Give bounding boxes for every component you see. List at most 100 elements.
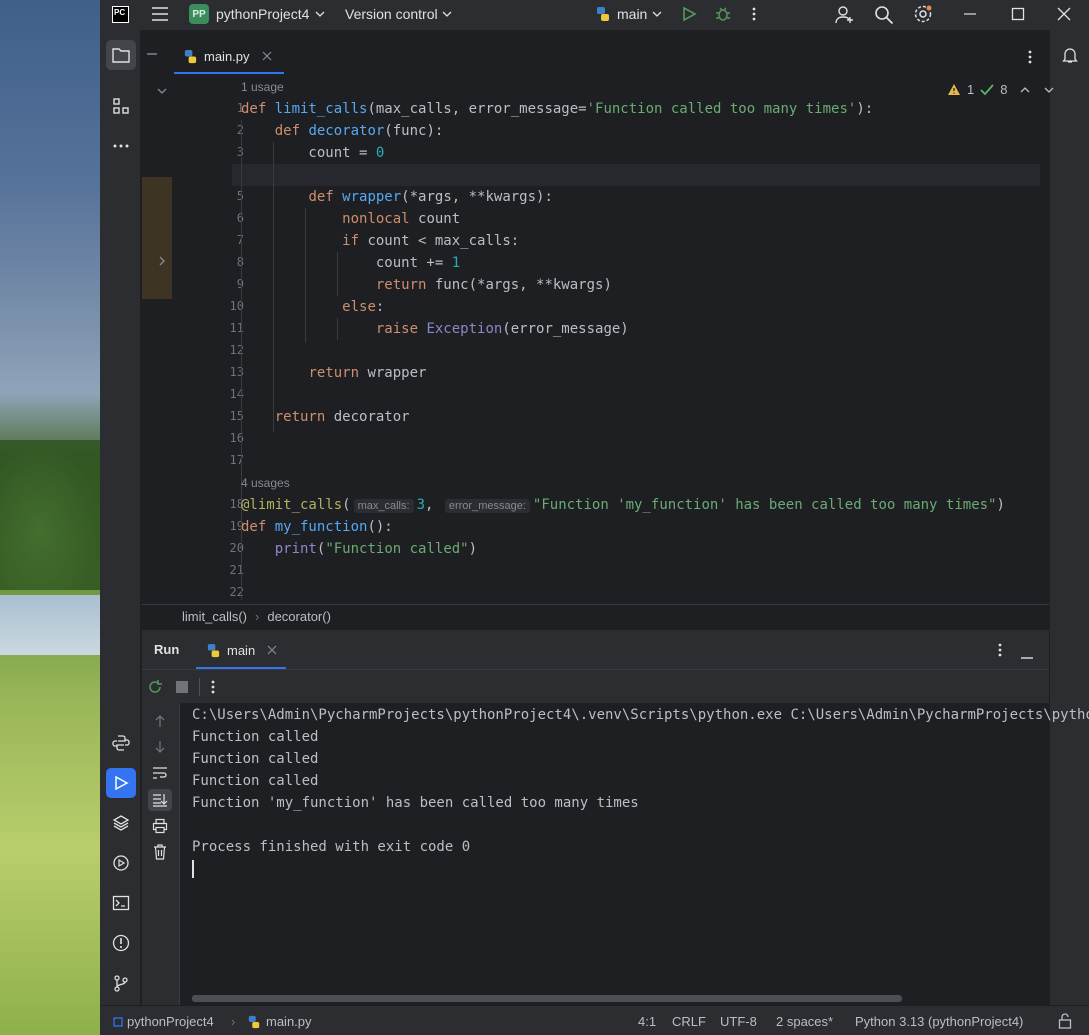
indent-setting[interactable]: 2 spaces*	[776, 1014, 833, 1029]
git-branch-icon	[114, 975, 128, 992]
chevron-down-icon	[442, 11, 452, 17]
terminal-tool-button[interactable]	[106, 888, 136, 918]
wallpaper-hill	[0, 440, 100, 590]
file-encoding[interactable]: UTF-8	[720, 1014, 757, 1029]
debug-button[interactable]	[714, 5, 732, 23]
code-editor[interactable]: 1 usage def limit_calls(max_calls, error…	[232, 75, 1040, 605]
git-tool-button[interactable]	[106, 968, 136, 998]
run-tool-button[interactable]	[106, 768, 136, 798]
run-config-selector[interactable]: main	[595, 6, 664, 22]
project-tool-button[interactable]	[106, 40, 136, 70]
arrow-down-icon[interactable]	[153, 740, 167, 757]
more-actions-icon[interactable]	[210, 679, 216, 698]
status-bar: pythonProject4 › main.py 4:1 CRLF UTF-8 …	[101, 1005, 1089, 1035]
collapse-gutter-icon[interactable]	[146, 48, 158, 63]
main-menu-icon[interactable]	[151, 6, 169, 22]
play-icon	[683, 6, 697, 22]
lock-icon[interactable]	[1058, 1013, 1072, 1032]
settings-gear-icon[interactable]	[913, 4, 933, 24]
stop-icon[interactable]	[175, 680, 189, 697]
inspection-widget[interactable]: 1 8	[947, 82, 1055, 97]
rerun-icon[interactable]	[147, 679, 163, 698]
project-widget[interactable]: PP pythonProject4	[189, 4, 327, 24]
version-control-widget[interactable]: Version control	[345, 6, 454, 22]
active-tab-indicator	[174, 72, 284, 74]
hide-panel-icon[interactable]	[1020, 648, 1034, 663]
python-console-tool-button[interactable]	[106, 728, 136, 758]
chevron-right-icon[interactable]	[156, 255, 168, 270]
notifications-tool-button[interactable]	[1055, 40, 1085, 70]
add-user-icon[interactable]	[835, 5, 855, 25]
param-hint: error_message:	[444, 499, 530, 513]
services-icon	[113, 855, 129, 871]
check-icon	[980, 84, 994, 96]
right-tool-bar	[1049, 30, 1089, 1005]
layers-icon	[112, 815, 130, 831]
run-toolbar-divider	[199, 678, 200, 696]
trash-icon[interactable]	[153, 844, 167, 863]
bug-icon	[716, 7, 730, 21]
code-line: def my_function():	[241, 519, 393, 535]
line-ending[interactable]: CRLF	[672, 1014, 706, 1029]
tab-label: main.py	[204, 48, 250, 64]
console-line: C:\Users\Admin\PycharmProjects\pythonPro…	[192, 707, 1089, 723]
console-line: Process finished with exit code 0	[192, 839, 471, 855]
pycharm-logo[interactable]: PC	[112, 6, 129, 23]
scroll-to-end-icon[interactable]	[148, 789, 172, 811]
console-line: Function called	[192, 729, 319, 745]
warning-count: 1	[967, 82, 975, 97]
run-button[interactable]	[681, 6, 697, 22]
bell-icon	[1062, 48, 1078, 63]
run-panel-options-icon[interactable]	[997, 642, 1003, 661]
caret-position[interactable]: 4:1	[638, 1014, 656, 1029]
status-project[interactable]: pythonProject4	[113, 1014, 214, 1029]
breadcrumb: limit_calls() › decorator()	[142, 604, 1049, 628]
print-icon[interactable]	[152, 818, 168, 837]
chevron-down-icon[interactable]	[156, 85, 168, 100]
code-line: count = 0	[241, 145, 385, 161]
code-line: def limit_calls(max_calls, error_message…	[241, 101, 874, 117]
minimize-icon[interactable]	[963, 7, 977, 21]
close-window-icon[interactable]	[1057, 7, 1071, 21]
code-line: count += 1	[241, 255, 461, 271]
vcs-label: Version control	[345, 6, 438, 22]
editor-gutter: 1 2 3 4 5 6 7 8 9 10 11 12 13 14 15 16 1…	[142, 75, 244, 605]
warning-icon	[948, 84, 960, 95]
usage-hint[interactable]: 4 usages	[241, 476, 290, 490]
breadcrumb-item[interactable]: decorator()	[267, 609, 331, 624]
services-tool-button[interactable]	[106, 848, 136, 878]
change-marker	[142, 177, 172, 299]
chevron-down-icon	[1045, 87, 1054, 93]
more-tools-icon[interactable]	[106, 131, 136, 161]
run-side-toolbar	[142, 703, 180, 1005]
structure-tool-button[interactable]	[106, 91, 136, 121]
breadcrumb-item[interactable]: limit_calls()	[182, 609, 247, 624]
code-line: return decorator	[274, 409, 410, 425]
run-tab-main[interactable]: main	[206, 630, 277, 670]
search-icon[interactable]	[874, 5, 894, 25]
status-file[interactable]: main.py	[247, 1014, 312, 1029]
soft-wrap-icon[interactable]	[152, 766, 168, 783]
console-line: Function called	[192, 751, 319, 767]
usage-hint[interactable]: 1 usage	[241, 80, 284, 94]
pycharm-window: PC PP pythonProject4 Version control mai…	[100, 0, 1089, 1035]
console-line: Function called	[192, 773, 319, 789]
python-packages-tool-button[interactable]	[106, 808, 136, 838]
more-actions-icon[interactable]	[751, 6, 757, 22]
tab-options-icon[interactable]	[1027, 49, 1033, 68]
text-caret	[192, 860, 194, 878]
title-bar: PC PP pythonProject4 Version control mai…	[101, 0, 1089, 30]
run-console[interactable]: C:\Users\Admin\PycharmProjects\pythonPro…	[181, 703, 1089, 1005]
tab-main-py[interactable]: main.py	[183, 38, 272, 74]
folder-icon	[112, 48, 130, 63]
arrow-up-icon[interactable]	[153, 714, 167, 731]
console-horizontal-scrollbar[interactable]	[192, 995, 902, 1002]
python-icon	[207, 643, 220, 657]
chevron-right-icon: ›	[231, 1014, 236, 1029]
chevron-down-icon	[652, 11, 662, 17]
status-file-name: main.py	[266, 1014, 312, 1029]
code-line: if count < max_calls:	[342, 233, 520, 249]
interpreter-selector[interactable]: Python 3.13 (pythonProject4)	[855, 1014, 1023, 1029]
maximize-icon[interactable]	[1011, 7, 1025, 21]
problems-tool-button[interactable]	[106, 928, 136, 958]
